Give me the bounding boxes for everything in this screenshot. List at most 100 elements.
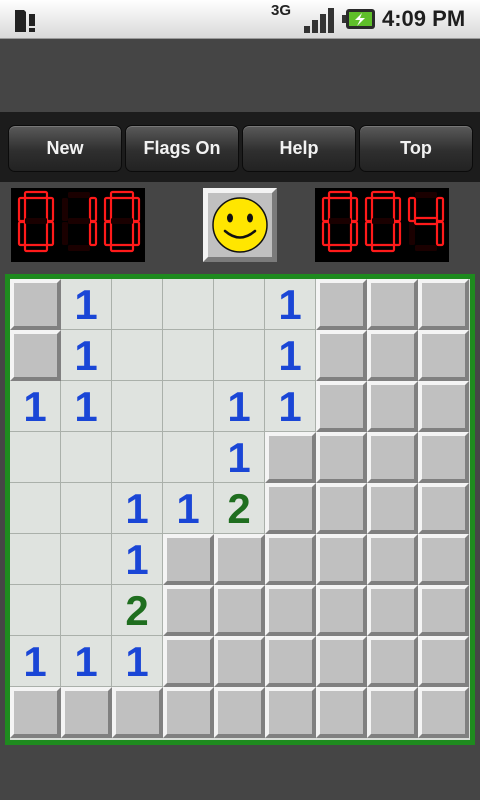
- hidden-cell[interactable]: [163, 687, 214, 738]
- new-game-button[interactable]: New: [8, 125, 122, 172]
- number-cell[interactable]: 2: [112, 585, 163, 636]
- timer-digit-0: [321, 190, 359, 253]
- number-cell[interactable]: 1: [112, 534, 163, 585]
- hidden-cell[interactable]: [418, 279, 469, 330]
- hidden-cell[interactable]: [367, 330, 418, 381]
- hidden-cell[interactable]: [367, 381, 418, 432]
- revealed-cell[interactable]: [112, 381, 163, 432]
- top-scores-button[interactable]: Top: [359, 125, 473, 172]
- hidden-cell[interactable]: [265, 687, 316, 738]
- number-cell[interactable]: 1: [61, 330, 112, 381]
- number-cell[interactable]: 2: [214, 483, 265, 534]
- number-cell[interactable]: 1: [265, 279, 316, 330]
- hidden-cell[interactable]: [214, 687, 265, 738]
- revealed-cell[interactable]: [112, 432, 163, 483]
- revealed-cell[interactable]: [61, 483, 112, 534]
- hidden-cell[interactable]: [316, 381, 367, 432]
- hidden-cell[interactable]: [367, 432, 418, 483]
- revealed-cell[interactable]: [10, 432, 61, 483]
- hidden-cell[interactable]: [265, 432, 316, 483]
- hidden-cell[interactable]: [418, 381, 469, 432]
- hidden-cell[interactable]: [418, 330, 469, 381]
- sd-card-warning-icon: [15, 10, 35, 32]
- number-cell[interactable]: 1: [265, 330, 316, 381]
- number-cell[interactable]: 1: [112, 483, 163, 534]
- mine-counter-digit-0: [103, 190, 141, 253]
- number-cell[interactable]: 1: [163, 483, 214, 534]
- hidden-cell[interactable]: [112, 687, 163, 738]
- battery-charging-icon: [342, 9, 375, 29]
- revealed-cell[interactable]: [214, 279, 265, 330]
- hidden-cell[interactable]: [418, 636, 469, 687]
- hidden-cell[interactable]: [367, 483, 418, 534]
- hidden-cell[interactable]: [367, 636, 418, 687]
- hidden-cell[interactable]: [265, 483, 316, 534]
- hidden-cell[interactable]: [214, 585, 265, 636]
- revealed-cell[interactable]: [10, 483, 61, 534]
- revealed-cell[interactable]: [10, 585, 61, 636]
- number-cell[interactable]: 1: [214, 432, 265, 483]
- hidden-cell[interactable]: [367, 534, 418, 585]
- revealed-cell[interactable]: [61, 432, 112, 483]
- hidden-cell[interactable]: [316, 432, 367, 483]
- number-cell[interactable]: 1: [214, 381, 265, 432]
- hidden-cell[interactable]: [10, 279, 61, 330]
- revealed-cell[interactable]: [112, 279, 163, 330]
- mine-counter-digits: [11, 188, 145, 267]
- number-cell[interactable]: 1: [61, 381, 112, 432]
- timer-led: [321, 190, 445, 253]
- hidden-cell[interactable]: [10, 687, 61, 738]
- number-cell[interactable]: 1: [10, 636, 61, 687]
- hidden-cell[interactable]: [316, 483, 367, 534]
- hidden-cell[interactable]: [163, 636, 214, 687]
- revealed-cell[interactable]: [61, 585, 112, 636]
- hidden-cell[interactable]: [316, 279, 367, 330]
- number-cell[interactable]: 1: [265, 381, 316, 432]
- revealed-cell[interactable]: [112, 330, 163, 381]
- hidden-cell[interactable]: [367, 585, 418, 636]
- number-cell[interactable]: 1: [61, 279, 112, 330]
- hidden-cell[interactable]: [418, 534, 469, 585]
- hidden-cell[interactable]: [265, 636, 316, 687]
- revealed-cell[interactable]: [10, 534, 61, 585]
- signal-strength-icon: [304, 8, 334, 33]
- number-cell[interactable]: 1: [10, 381, 61, 432]
- revealed-cell[interactable]: [163, 381, 214, 432]
- revealed-cell[interactable]: [163, 432, 214, 483]
- minefield-board: 11111111111212111: [5, 274, 475, 745]
- hidden-cell[interactable]: [418, 687, 469, 738]
- hidden-cell[interactable]: [163, 534, 214, 585]
- revealed-cell[interactable]: [163, 330, 214, 381]
- revealed-cell[interactable]: [61, 534, 112, 585]
- reset-face-button[interactable]: [203, 188, 277, 262]
- hidden-cell[interactable]: [367, 279, 418, 330]
- network-type-label: 3G: [270, 2, 291, 19]
- revealed-cell[interactable]: [214, 330, 265, 381]
- hidden-cell[interactable]: [316, 330, 367, 381]
- hidden-cell[interactable]: [163, 585, 214, 636]
- hidden-cell[interactable]: [316, 585, 367, 636]
- number-cell[interactable]: 1: [61, 636, 112, 687]
- status-bar: 3G 4:09 PM: [0, 0, 480, 39]
- hidden-cell[interactable]: [316, 534, 367, 585]
- hidden-cell[interactable]: [265, 585, 316, 636]
- timer-counter: [315, 188, 449, 262]
- hidden-cell[interactable]: [316, 687, 367, 738]
- hidden-cell[interactable]: [10, 330, 61, 381]
- hidden-cell[interactable]: [418, 483, 469, 534]
- hidden-cell[interactable]: [367, 687, 418, 738]
- hidden-cell[interactable]: [214, 636, 265, 687]
- hidden-cell[interactable]: [418, 585, 469, 636]
- hidden-cell[interactable]: [265, 534, 316, 585]
- hidden-cell[interactable]: [418, 432, 469, 483]
- smiley-face-icon: [212, 197, 268, 253]
- number-cell[interactable]: 1: [112, 636, 163, 687]
- revealed-cell[interactable]: [163, 279, 214, 330]
- mine-counter-digit-1: [62, 192, 98, 251]
- timer-digit-4: [407, 192, 445, 251]
- flags-toggle-button[interactable]: Flags On: [125, 125, 239, 172]
- hidden-cell[interactable]: [316, 636, 367, 687]
- help-button[interactable]: Help: [242, 125, 356, 172]
- hidden-cell[interactable]: [214, 534, 265, 585]
- hidden-cell[interactable]: [61, 687, 112, 738]
